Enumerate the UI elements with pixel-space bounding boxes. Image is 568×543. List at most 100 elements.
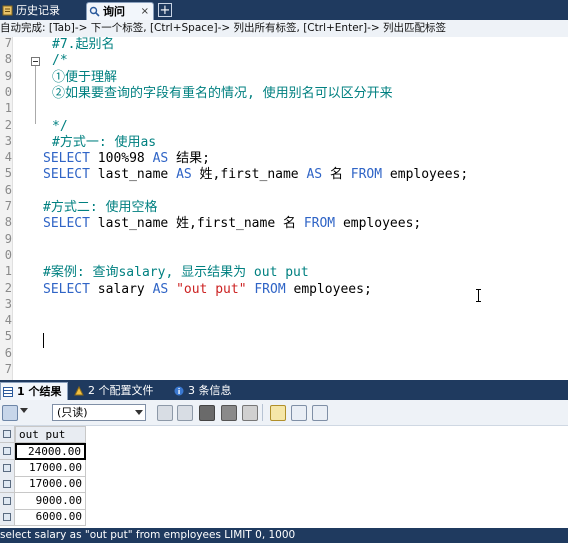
- sql-keyword: SELECT: [43, 167, 90, 183]
- tab-profiles-label: 2 个配置文件: [88, 384, 154, 397]
- line-number: 9: [4, 231, 12, 246]
- table-cell[interactable]: 9000.00: [15, 492, 86, 510]
- tab-results[interactable]: 1 个结果: [0, 382, 68, 400]
- table-cell[interactable]: 17000.00: [15, 459, 86, 477]
- code-line: #方式一: 使用as: [52, 135, 156, 151]
- line-number: 0: [4, 247, 12, 262]
- tab-history-label: 历史记录: [16, 4, 60, 17]
- row-selector[interactable]: [0, 492, 15, 510]
- sql-text: 姓,first_name: [191, 167, 307, 183]
- tab-results-label: 1 个结果: [17, 385, 62, 398]
- text-mode-icon[interactable]: [312, 405, 328, 421]
- row-checkbox-icon: [3, 496, 11, 505]
- tab-query-label: 询问: [103, 5, 125, 18]
- profile-icon: [74, 386, 84, 396]
- code-line: /*: [52, 53, 68, 69]
- results-grid-icon: [3, 387, 13, 397]
- grid-view-icon[interactable]: [2, 405, 18, 421]
- code-line: #7.起别名: [52, 37, 114, 53]
- line-number: 6: [4, 345, 12, 360]
- grid-mode-icon[interactable]: [270, 405, 286, 421]
- result-tab-bar: 1 个结果 2 个配置文件 3 条信息: [0, 380, 568, 400]
- tab-history[interactable]: 历史记录: [0, 2, 82, 20]
- line-number: 7: [4, 199, 12, 213]
- table-cell[interactable]: 24000.00: [15, 443, 86, 460]
- sql-text: salary: [89, 281, 153, 297]
- sql-keyword: SELECT: [43, 151, 90, 167]
- view-dropdown-arrow-icon[interactable]: [20, 408, 28, 413]
- sql-editor[interactable]: 789012345678901234567 #7.起别名/* ①便于理解 ②如果要查…: [0, 37, 568, 380]
- line-number: 7: [4, 37, 12, 50]
- sql-text: 100%98: [89, 151, 153, 167]
- column-header-out-put[interactable]: out put: [15, 426, 86, 443]
- tab-messages[interactable]: 3 条信息: [172, 382, 244, 400]
- info-icon: [174, 386, 184, 396]
- table-cell[interactable]: 6000.00: [15, 509, 86, 526]
- line-number: 5: [4, 329, 12, 344]
- row-selector[interactable]: [0, 459, 15, 477]
- line-number: 3: [4, 133, 12, 148]
- autocomplete-hint-bar: 自动完成: [Tab]-> 下一个标签, [Ctrl+Space]-> 列出所有…: [0, 20, 568, 38]
- code-line: SELECT 100%98 AS 结果;: [43, 151, 210, 167]
- sql-comment: #方式二: 使用空格: [43, 200, 158, 215]
- sql-comment: #案例: 查询salary, 显示结果为 out put: [43, 265, 309, 281]
- sql-keyword: SELECT: [43, 216, 90, 232]
- code-line: ①便于理解: [52, 70, 117, 86]
- sql-text: 名: [322, 167, 351, 183]
- sql-keyword: FROM: [303, 216, 336, 232]
- line-number: 4: [4, 150, 12, 165]
- row-checkbox-icon: [3, 513, 11, 521]
- sql-text: employees;: [382, 167, 469, 183]
- sql-comment: /*: [52, 53, 68, 69]
- fold-guide: [35, 66, 36, 124]
- mouse-ibeam-cursor-icon: [476, 289, 481, 302]
- line-number: 1: [4, 101, 12, 116]
- copy-icon[interactable]: [177, 405, 193, 421]
- tab-query[interactable]: 询问 ×: [86, 2, 154, 20]
- code-line: #案例: 查询salary, 显示结果为 out put: [43, 265, 309, 281]
- save-icon[interactable]: [199, 405, 215, 421]
- row-selector[interactable]: [0, 509, 15, 526]
- table-cell[interactable]: 17000.00: [15, 476, 86, 493]
- sql-keyword: AS: [306, 167, 323, 183]
- line-number-gutter: 789012345678901234567: [0, 37, 13, 380]
- tab-profiles[interactable]: 2 个配置文件: [72, 382, 164, 400]
- close-tab-icon[interactable]: ×: [141, 3, 149, 21]
- result-grid[interactable]: out put 24000.00 17000.00 17000.00 9000.00 6…: [0, 426, 568, 528]
- line-number: 7: [4, 362, 12, 376]
- code-line: #方式二: 使用空格: [43, 200, 157, 216]
- line-number: 3: [4, 296, 12, 311]
- line-number: 5: [4, 166, 12, 181]
- sql-text: employees;: [335, 216, 422, 232]
- line-number: 8: [4, 52, 12, 67]
- line-number: 6: [4, 182, 12, 197]
- line-number: 4: [4, 313, 12, 328]
- form-mode-icon[interactable]: [291, 405, 307, 421]
- sql-string: "out put": [176, 281, 247, 297]
- chevron-down-icon: [135, 410, 143, 415]
- row-selector[interactable]: [0, 443, 15, 460]
- code-line: SELECT last_name AS 姓,first_name AS 名 FR…: [43, 167, 468, 183]
- line-number: 0: [4, 84, 12, 99]
- sql-comment: ②如果要查询的字段有重名的情况, 使用别名可以区分开来: [52, 85, 393, 101]
- query-tab-bar: 历史记录 询问 × +: [0, 0, 568, 20]
- toolbar-separator: [262, 404, 263, 421]
- grid-corner[interactable]: [0, 426, 15, 443]
- line-number: 2: [4, 117, 12, 132]
- refresh-icon[interactable]: [242, 405, 258, 421]
- sql-keyword: AS: [152, 281, 169, 297]
- row-checkbox-icon: [3, 480, 11, 488]
- sql-keyword: SELECT: [43, 281, 90, 297]
- export-icon[interactable]: [157, 405, 173, 421]
- add-tab-button[interactable]: +: [158, 3, 172, 17]
- code-line: */: [52, 119, 68, 135]
- query-icon: [89, 6, 100, 17]
- readonly-mode-select[interactable]: (只读): [52, 404, 146, 421]
- history-icon: [2, 5, 13, 16]
- row-selector[interactable]: [0, 476, 15, 493]
- fold-toggle-icon[interactable]: [31, 57, 40, 66]
- delete-icon[interactable]: [221, 405, 237, 421]
- line-number: 1: [4, 264, 12, 279]
- sql-keyword: FROM: [350, 167, 383, 183]
